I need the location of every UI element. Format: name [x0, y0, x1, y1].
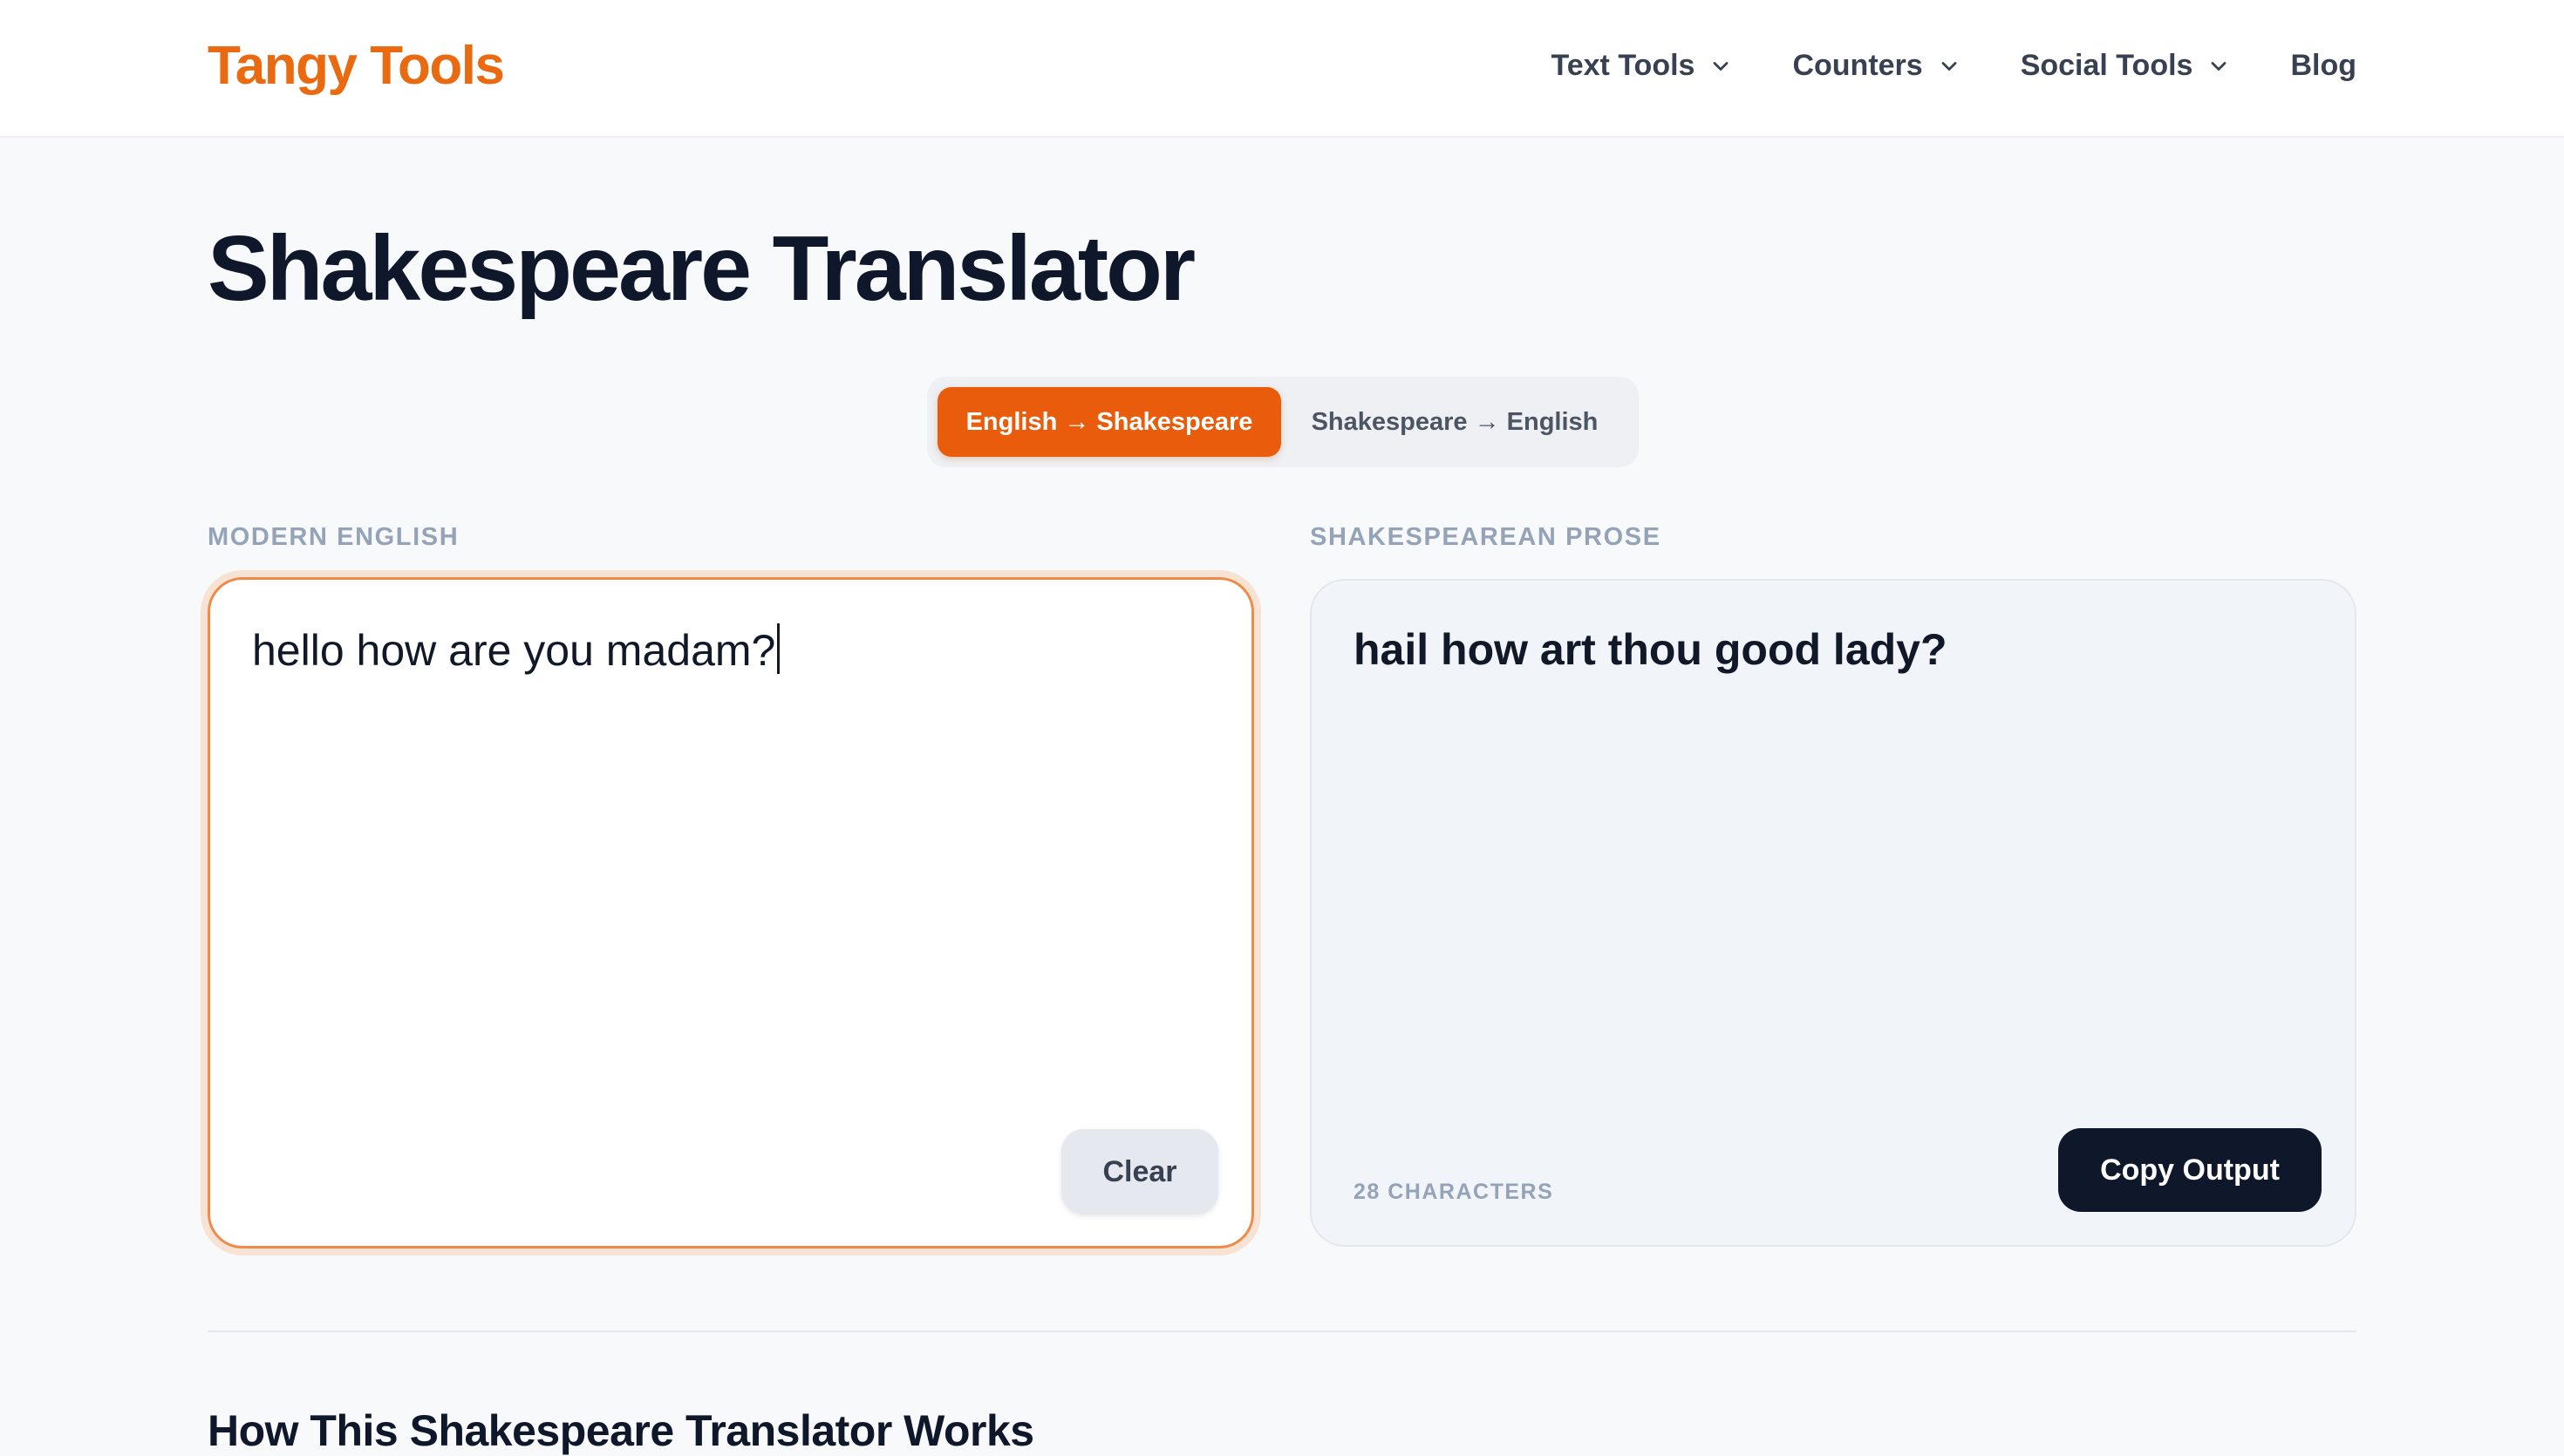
site-logo[interactable]: Tangy Tools [208, 35, 505, 97]
chevron-down-icon [1708, 54, 1733, 78]
nav-item-label: Text Tools [1551, 49, 1695, 82]
nav-item-counters[interactable]: Counters [1792, 49, 1961, 83]
mode-english-to-shakespeare-button[interactable]: English → Shakespeare [938, 387, 1281, 457]
nav-item-label: Social Tools [2020, 49, 2193, 82]
nav-item-text-tools[interactable]: Text Tools [1551, 49, 1733, 83]
clear-button[interactable]: Clear [1061, 1129, 1218, 1214]
nav-item-label: Blog [2290, 49, 2356, 82]
translation-mode-toggle: English → Shakespeare Shakespeare → Engl… [927, 377, 1639, 467]
output-panel-label: SHAKESPEAREAN PROSE [1310, 523, 1661, 551]
top-navigation-bar: Tangy Tools Text Tools Counters Social T… [0, 0, 2564, 138]
section-divider [208, 1330, 2356, 1332]
input-text-value: hello how are you madam? [252, 626, 776, 675]
output-text: hail how art thou good lady? [1354, 625, 1947, 674]
how-it-works-heading: How This Shakespeare Translator Works [208, 1406, 1034, 1455]
main-nav: Text Tools Counters Social Tools Blog [1551, 49, 2356, 83]
character-count: 28 CHARACTERS [1354, 1180, 1554, 1204]
input-textarea[interactable]: hello how are you madam? Clear [208, 577, 1254, 1248]
nav-item-social-tools[interactable]: Social Tools [2021, 49, 2232, 83]
chevron-down-icon [2206, 54, 2231, 78]
input-panel-label: MODERN ENGLISH [208, 523, 460, 551]
output-panel: hail how art thou good lady? 28 CHARACTE… [1310, 579, 2356, 1247]
input-text-content[interactable]: hello how are you madam? [252, 623, 1210, 676]
mode-shakespeare-to-english-button[interactable]: Shakespeare → English [1281, 387, 1628, 457]
page-title: Shakespeare Translator [208, 217, 1196, 320]
nav-item-label: Counters [1792, 49, 1923, 82]
copy-output-button[interactable]: Copy Output [2058, 1128, 2322, 1212]
nav-item-blog[interactable]: Blog [2290, 49, 2356, 83]
text-cursor [777, 623, 781, 674]
chevron-down-icon [1937, 54, 1961, 78]
